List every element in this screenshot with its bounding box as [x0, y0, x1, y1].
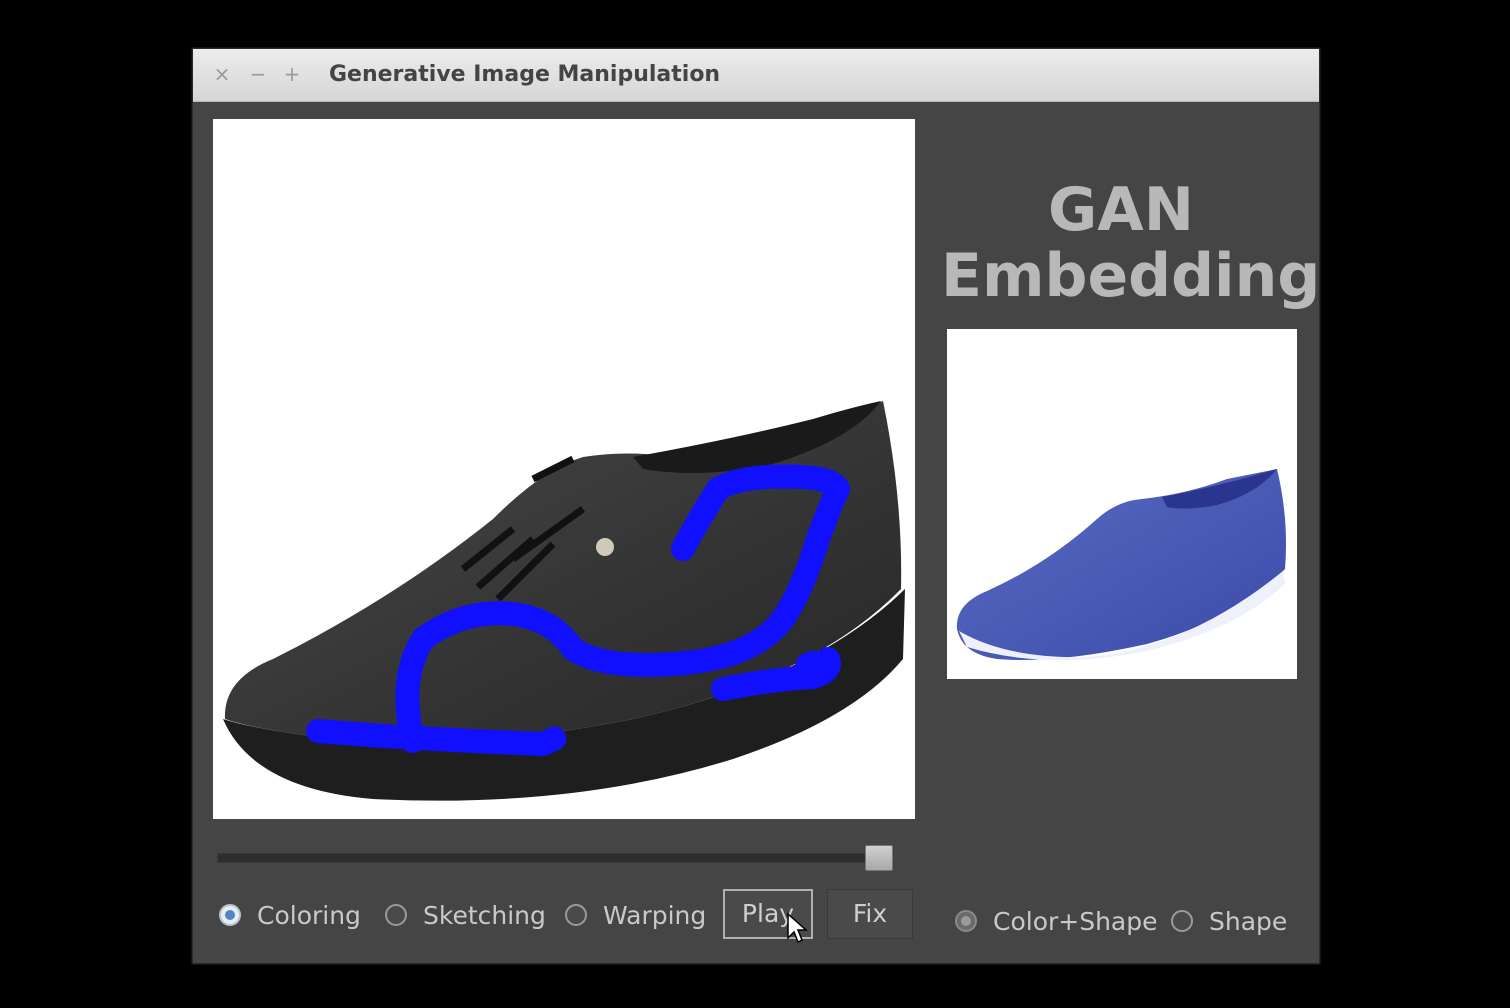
radio-coloring[interactable]: Coloring	[219, 891, 361, 939]
gan-title-line1: GAN	[1048, 175, 1194, 245]
radio-color-shape[interactable]: Color+Shape	[955, 897, 1158, 945]
radio-label-sketching: Sketching	[423, 900, 546, 930]
drawing-canvas[interactable]	[213, 119, 915, 819]
radio-sketching[interactable]: Sketching	[385, 891, 546, 939]
app-window: × − + Generative Image Manipulation Colo…	[192, 48, 1320, 964]
close-icon[interactable]: ×	[211, 63, 233, 85]
slider-track[interactable]	[217, 853, 879, 863]
radio-indicator[interactable]	[219, 904, 241, 926]
window-title: Generative Image Manipulation	[329, 62, 721, 87]
minimize-icon[interactable]: −	[247, 63, 269, 85]
radio-label-coloring: Coloring	[257, 900, 361, 930]
radio-label-color-shape: Color+Shape	[993, 906, 1158, 936]
radio-indicator[interactable]	[1171, 910, 1193, 932]
brush-blob	[795, 651, 831, 683]
radio-label-warping: Warping	[603, 900, 707, 930]
slider-handle[interactable]	[865, 845, 893, 871]
radio-warping[interactable]: Warping	[565, 891, 706, 939]
gan-embedding-title: GAN Embedding	[941, 175, 1321, 311]
gan-preview-image	[947, 329, 1297, 679]
preview-shoe	[956, 469, 1286, 661]
radio-indicator[interactable]	[385, 904, 407, 926]
play-button[interactable]: Play	[723, 889, 813, 939]
shoe-image	[223, 401, 905, 801]
maximize-icon[interactable]: +	[281, 63, 303, 85]
radio-shape[interactable]: Shape	[1171, 897, 1287, 945]
shoe-eyelet	[596, 538, 614, 556]
radio-indicator[interactable]	[955, 910, 977, 932]
title-bar[interactable]: × − + Generative Image Manipulation	[193, 49, 1319, 102]
gan-title-line2: Embedding	[941, 241, 1321, 311]
radio-indicator[interactable]	[565, 904, 587, 926]
fix-button[interactable]: Fix	[827, 889, 913, 939]
interpolation-slider[interactable]	[217, 845, 911, 871]
radio-label-shape: Shape	[1209, 906, 1288, 936]
